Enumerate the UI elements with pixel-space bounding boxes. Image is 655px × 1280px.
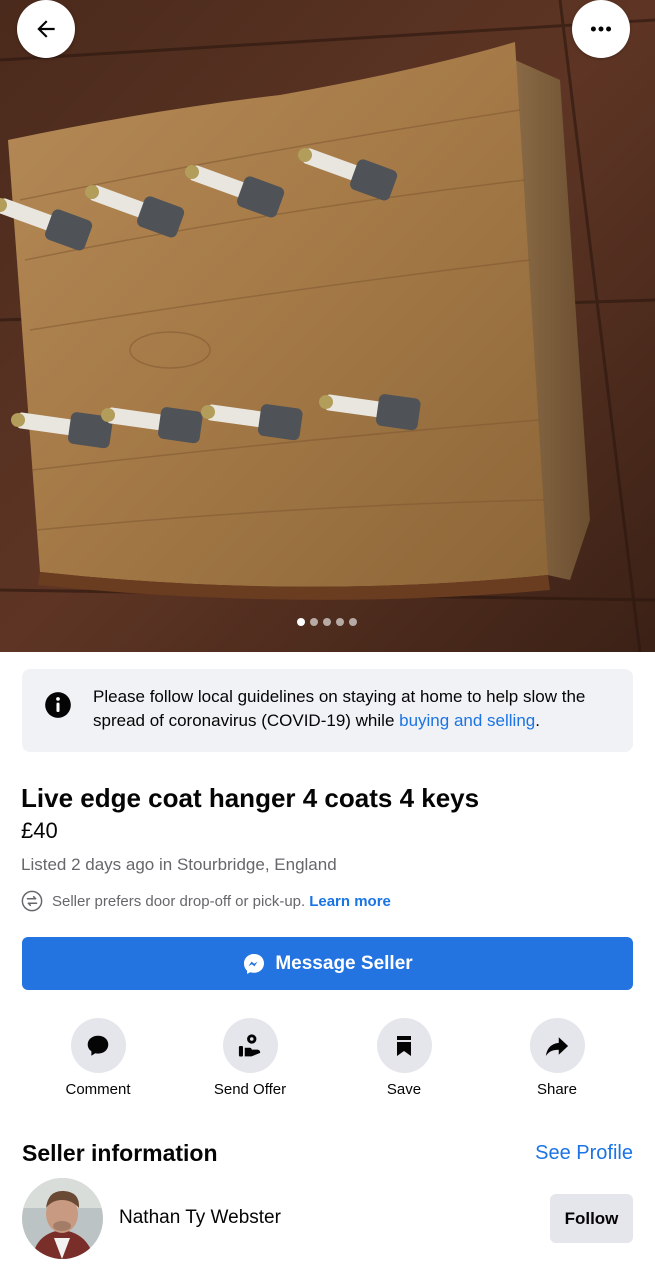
seller-avatar-image [22, 1178, 103, 1259]
share-button[interactable] [529, 1018, 585, 1073]
swap-icon [21, 890, 43, 912]
arrow-left-icon [37, 20, 55, 38]
message-seller-button[interactable]: Message Seller [22, 937, 633, 990]
listing-price: £40 [21, 818, 58, 843]
send-offer-button[interactable] [222, 1018, 278, 1073]
save-label: Save [386, 1081, 422, 1098]
comment-label: Comment [65, 1081, 131, 1098]
notice-text: Please follow local guidelines on stayin… [93, 685, 613, 733]
pagination-dot[interactable] [349, 618, 357, 626]
learn-more-link[interactable]: Learn more [309, 893, 391, 910]
comment-button[interactable] [70, 1018, 126, 1073]
share-label: Share [536, 1081, 578, 1098]
delivery-preference: Seller prefers door drop-off or pick-up.… [21, 890, 391, 912]
more-horizontal-icon [590, 26, 612, 32]
share-icon [545, 1036, 569, 1056]
send-offer-action[interactable]: Send Offer [190, 1018, 310, 1098]
seller-avatar[interactable] [22, 1178, 103, 1259]
photo-pagination-dots[interactable] [297, 618, 357, 626]
messenger-icon [244, 953, 265, 974]
seller-name[interactable]: Nathan Ty Webster [119, 1207, 281, 1229]
message-seller-label: Message Seller [275, 952, 413, 974]
listing-photo[interactable] [0, 0, 655, 652]
save-action[interactable]: Save [344, 1018, 464, 1098]
seller-info-heading: Seller information [22, 1140, 218, 1166]
comment-icon [87, 1035, 109, 1056]
listing-title: Live edge coat hanger 4 coats 4 keys [21, 783, 480, 813]
listing-location-time: Listed 2 days ago in Stourbridge, Englan… [21, 855, 337, 874]
pagination-dot[interactable] [323, 618, 331, 626]
share-action[interactable]: Share [497, 1018, 617, 1098]
save-button[interactable] [376, 1018, 432, 1073]
more-options-button[interactable] [572, 0, 630, 58]
notice-end: . [535, 711, 540, 730]
pagination-dot[interactable] [310, 618, 318, 626]
covid-notice: Please follow local guidelines on stayin… [22, 669, 633, 752]
follow-button[interactable]: Follow [550, 1194, 633, 1243]
buying-selling-link[interactable]: buying and selling [399, 711, 535, 730]
back-button[interactable] [17, 0, 75, 58]
bookmark-icon [397, 1035, 411, 1056]
comment-action[interactable]: Comment [38, 1018, 158, 1098]
delivery-text: Seller prefers door drop-off or pick-up. [52, 892, 306, 910]
see-profile-link[interactable]: See Profile [535, 1142, 633, 1165]
send-offer-label: Send Offer [213, 1081, 287, 1098]
send-offer-icon [238, 1033, 261, 1056]
coat-hanger-image [0, 0, 655, 652]
pagination-dot-active[interactable] [297, 618, 305, 626]
info-icon [45, 692, 71, 718]
pagination-dot[interactable] [336, 618, 344, 626]
